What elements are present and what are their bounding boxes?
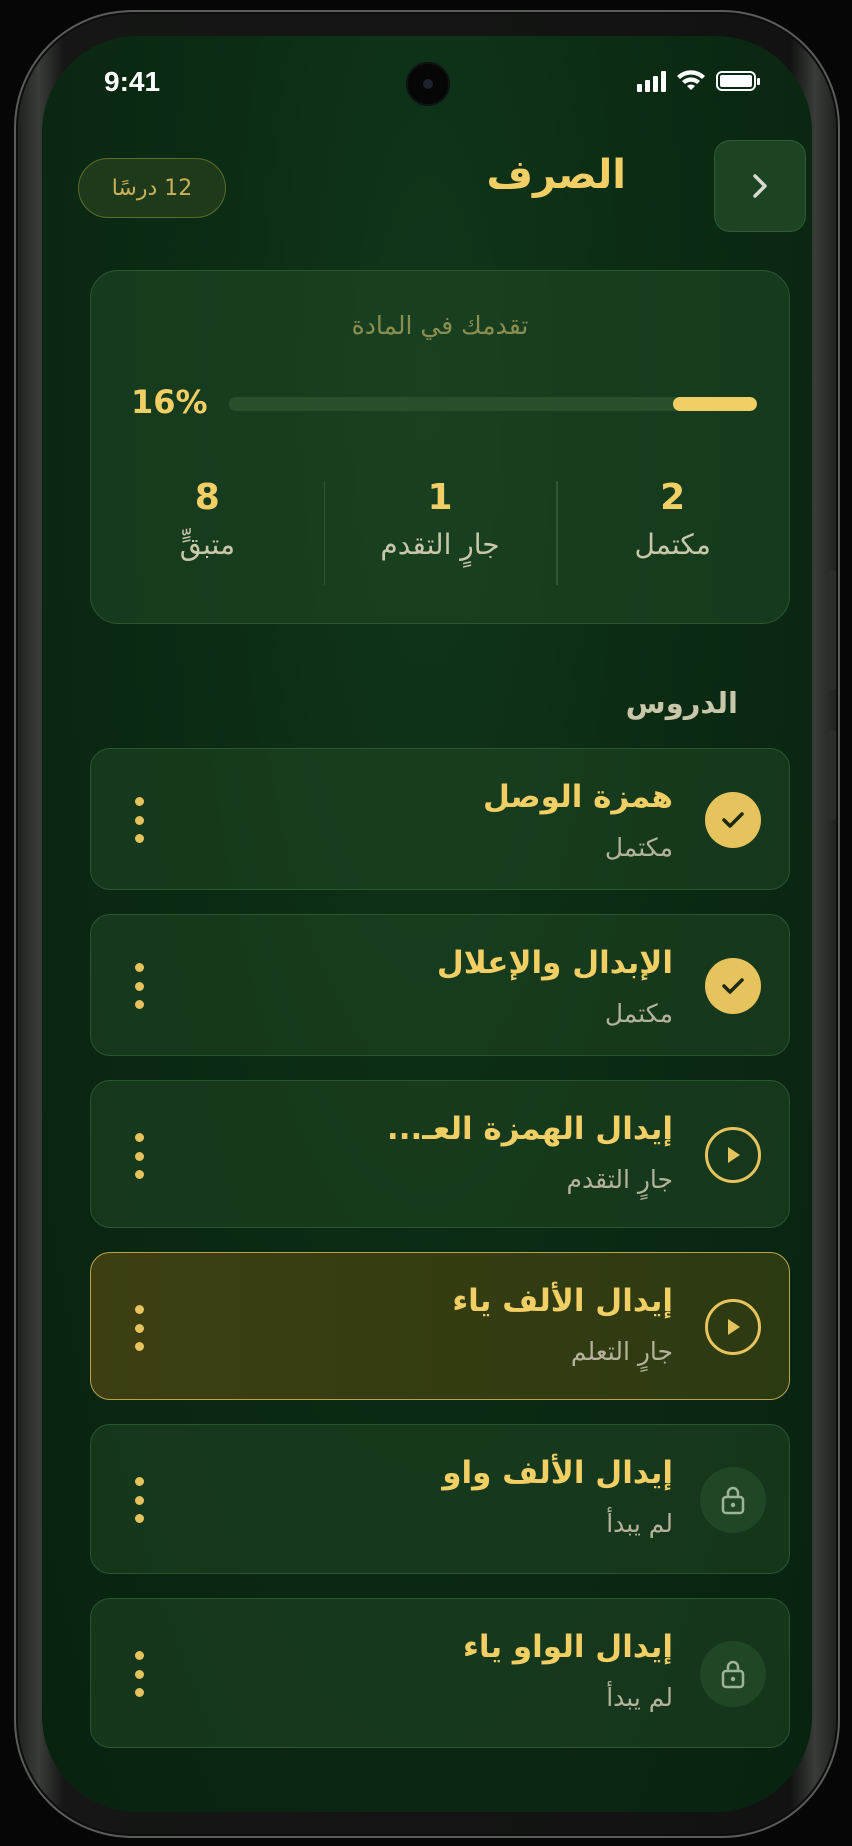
- app-screen: 9:41 الصرف 12 درسًا تقدمك في المادة 16% …: [42, 36, 812, 1812]
- phone-frame: 9:41 الصرف 12 درسًا تقدمك في المادة 16% …: [14, 10, 840, 1838]
- stat-completed: 2 مكتمل: [556, 477, 789, 587]
- more-options-icon[interactable]: [131, 797, 147, 843]
- lesson-item[interactable]: إيدال الهمزة العـ... جارٍ التقدم: [90, 1080, 790, 1228]
- signal-icon: [637, 70, 666, 92]
- lesson-item[interactable]: إيدال الواو ياء لم يبدأ: [90, 1598, 790, 1748]
- lesson-item[interactable]: إيدال الألف واو لم يبدأ: [90, 1424, 790, 1574]
- check-icon: [705, 958, 761, 1014]
- wifi-icon: [677, 70, 705, 90]
- progress-label: تقدمك في المادة: [351, 311, 529, 340]
- stat-value: 8: [194, 477, 220, 518]
- lesson-list: همزة الوصل مكتمل الإبدال والإعلال مكتمل …: [90, 748, 790, 1772]
- check-icon: [705, 792, 761, 848]
- lesson-title: إيدال الألف واو: [442, 1455, 673, 1491]
- lesson-status-text: لم يبدأ: [606, 1683, 673, 1712]
- lock-icon: [700, 1467, 766, 1533]
- stat-in-progress: 1 جارٍ التقدم: [323, 477, 557, 587]
- status-icons: [637, 70, 760, 92]
- status-bar: 9:41: [42, 62, 812, 110]
- lesson-status-text: جارٍ التعلم: [570, 1337, 673, 1366]
- stat-value: 1: [427, 477, 453, 518]
- more-options-icon[interactable]: [131, 1133, 147, 1179]
- more-options-icon[interactable]: [131, 1651, 147, 1697]
- progress-card: تقدمك في المادة 16% 8 متبقٍّ 1 جارٍ التق…: [90, 270, 790, 624]
- lesson-item[interactable]: همزة الوصل مكتمل: [90, 748, 790, 890]
- lesson-item-current[interactable]: إيدال الألف ياء جارٍ التعلم: [90, 1252, 790, 1400]
- lock-icon: [700, 1641, 766, 1707]
- lesson-title: إيدال الواو ياء: [462, 1629, 673, 1665]
- more-options-icon[interactable]: [131, 1477, 147, 1523]
- stat-label: جارٍ التقدم: [380, 528, 500, 561]
- progress-percent: 16%: [131, 383, 208, 421]
- stat-remaining: 8 متبقٍّ: [91, 477, 324, 587]
- lesson-status-text: مكتمل: [604, 999, 673, 1028]
- lesson-title: إيدال الألف ياء: [452, 1283, 673, 1319]
- stat-value: 2: [660, 477, 686, 518]
- lesson-title: إيدال الهمزة العـ...: [386, 1111, 673, 1147]
- volume-button: [828, 570, 836, 690]
- progress-stats: 8 متبقٍّ 1 جارٍ التقدم 2 مكتمل: [91, 477, 789, 587]
- status-time: 9:41: [104, 66, 161, 97]
- back-button[interactable]: [714, 140, 806, 232]
- lessons-section-title: الدروس: [625, 686, 738, 720]
- lesson-item[interactable]: الإبدال والإعلال مكتمل: [90, 914, 790, 1056]
- battery-icon: [716, 71, 760, 91]
- lesson-status-text: جارٍ التقدم: [566, 1165, 673, 1194]
- power-button: [828, 730, 836, 820]
- lesson-status-text: لم يبدأ: [606, 1509, 673, 1538]
- more-options-icon[interactable]: [131, 1305, 147, 1351]
- lesson-title: همزة الوصل: [483, 779, 673, 815]
- page-title: الصرف: [486, 152, 627, 198]
- lesson-count-badge: 12 درسًا: [78, 158, 226, 218]
- lesson-title: الإبدال والإعلال: [436, 945, 673, 981]
- play-icon: [705, 1299, 761, 1355]
- chevron-right-icon: [753, 174, 767, 198]
- progress-bar: [229, 397, 757, 411]
- lesson-status-text: مكتمل: [604, 833, 673, 862]
- progress-bar-fill: [672, 397, 757, 411]
- front-camera: [406, 62, 450, 106]
- play-icon: [705, 1127, 761, 1183]
- more-options-icon[interactable]: [131, 963, 147, 1009]
- stat-label: متبقٍّ: [179, 528, 235, 561]
- stat-label: مكتمل: [634, 528, 711, 561]
